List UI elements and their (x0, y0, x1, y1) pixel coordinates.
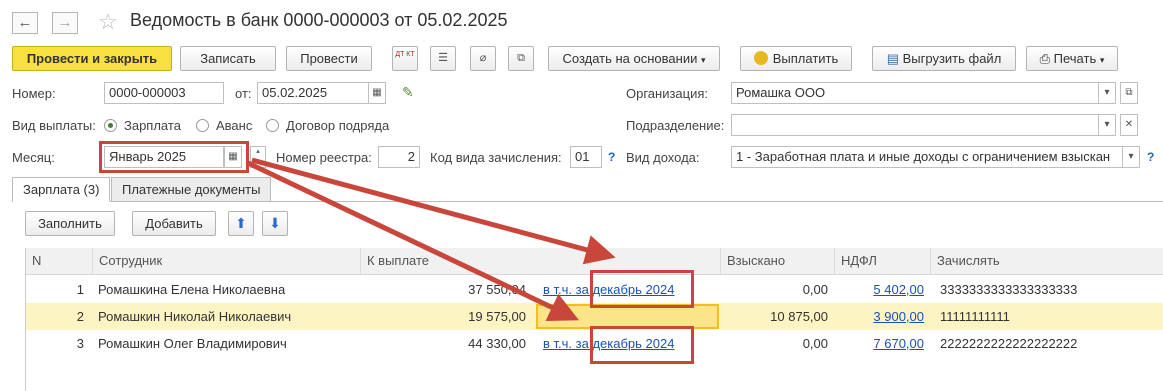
annotation-arrows (246, 157, 616, 321)
annotation-arrow-lower (246, 160, 580, 321)
annotation-arrow-upper (251, 157, 616, 265)
